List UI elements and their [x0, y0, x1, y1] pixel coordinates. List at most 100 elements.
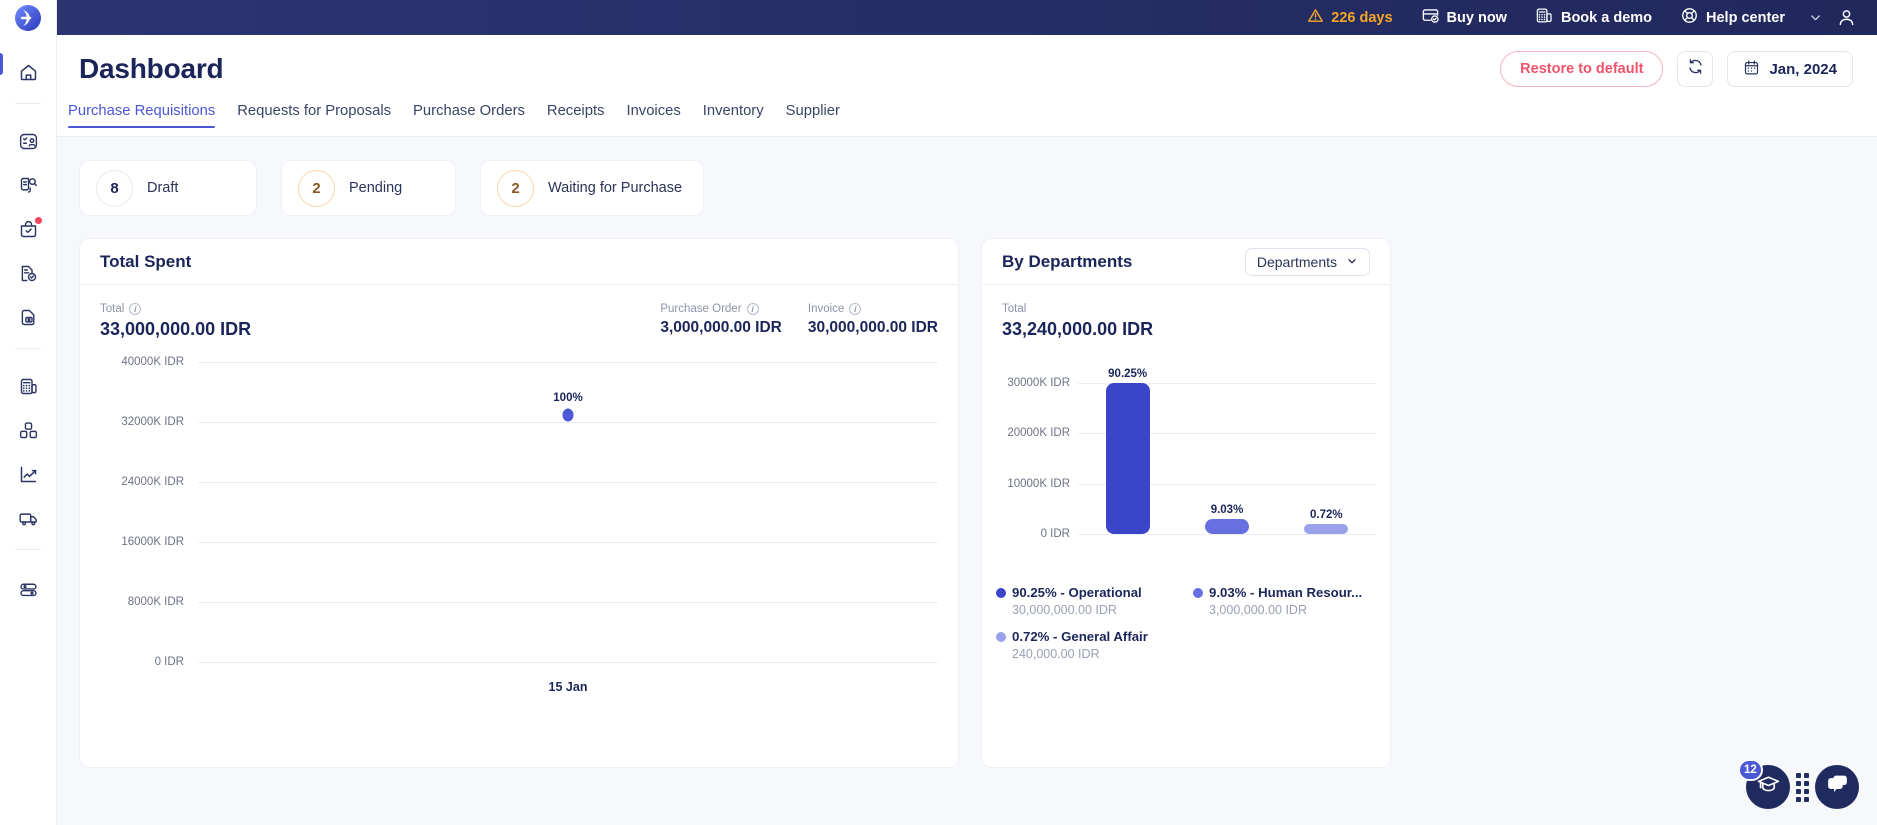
inventory-boxes-icon: [18, 420, 39, 446]
sidebar-item-home[interactable]: [0, 53, 50, 97]
page-title: Dashboard: [79, 53, 224, 84]
legend-label: 9.03% - Human Resour...: [1209, 585, 1363, 600]
book-demo-label: Book a demo: [1560, 9, 1653, 26]
refresh-icon: [1686, 57, 1705, 81]
legend-item[interactable]: 90.25% - Operational 30,000,000.00 IDR: [996, 585, 1193, 617]
legend-item[interactable]: 9.03% - Human Resour... 3,000,000.00 IDR: [1193, 585, 1390, 617]
sidebar-item-invoices[interactable]: [6, 298, 50, 342]
total-spent-panel: Total Spent Total i 33,000,000.00 IDR Pu…: [79, 238, 959, 768]
lifebuoy-icon: [1680, 6, 1699, 29]
sidebar-item-requests-for-proposals[interactable]: [6, 166, 50, 210]
tab-invoices[interactable]: Invoices: [615, 103, 691, 128]
learning-center-button[interactable]: 12: [1738, 759, 1790, 809]
home-icon: [18, 62, 39, 88]
sidebar-item-settings[interactable]: [6, 570, 50, 614]
status-card-pending[interactable]: 2 Pending: [281, 160, 456, 216]
info-icon[interactable]: i: [746, 303, 759, 315]
bar[interactable]: [1205, 518, 1249, 534]
tab-receipts[interactable]: Receipts: [536, 103, 616, 128]
tab-supplier[interactable]: Supplier: [775, 103, 851, 128]
sidebar-item-purchase-orders[interactable]: [6, 210, 50, 254]
metric-purchase-order-value: 3,000,000.00 IDR: [660, 319, 782, 336]
y-axis-tick-label: 40000K IDR: [121, 356, 184, 368]
active-indicator: [0, 53, 3, 75]
metric-dept-total: Total 33,240,000.00 IDR: [1002, 303, 1153, 340]
status-card-draft[interactable]: 8 Draft: [79, 160, 257, 216]
metric-invoice-value: 30,000,000.00 IDR: [807, 319, 938, 336]
departments-dropdown[interactable]: Departments: [1244, 247, 1370, 276]
gridline: [198, 602, 938, 603]
gridline: [198, 482, 938, 483]
book-demo-button[interactable]: Book a demo: [1521, 0, 1666, 35]
legend-label: 0.72% - General Affair: [1012, 629, 1148, 644]
chevron-down-icon[interactable]: [1799, 10, 1832, 25]
notification-dot: [34, 216, 43, 225]
y-axis-tick-label: 32000K IDR: [121, 416, 184, 428]
sidebar-item-analytics[interactable]: [6, 455, 50, 499]
bar-data-label: 90.25%: [1108, 368, 1148, 381]
gridline: [198, 542, 938, 543]
date-range-label: Jan, 2024: [1769, 60, 1837, 78]
legend-amount: 30,000,000.00 IDR: [1012, 603, 1117, 617]
page-header-actions: Restore to default Jan, 2024: [1500, 51, 1853, 87]
chat-support-button[interactable]: [1815, 765, 1859, 809]
legend-amount: 240,000.00 IDR: [1012, 647, 1100, 661]
y-axis-tick-label: 8000K IDR: [127, 596, 184, 608]
help-center-button[interactable]: Help center: [1666, 0, 1799, 35]
dashboard-page: 226 days Buy now Book a demo Help center…: [0, 0, 1877, 825]
metric-purchase-order: Purchase Order i 3,000,000.00 IDR: [660, 303, 782, 337]
sidebar-item-delivery[interactable]: [6, 499, 50, 543]
legend-item[interactable]: 0.72% - General Affair 240,000.00 IDR: [996, 629, 1193, 661]
info-icon[interactable]: i: [849, 303, 862, 315]
tab-purchase-orders[interactable]: Purchase Orders: [402, 103, 536, 128]
bar[interactable]: [1304, 524, 1349, 534]
apps-grid-icon[interactable]: [1796, 772, 1809, 802]
legend-color-dot: [996, 587, 1006, 598]
metric-total-label: Total i: [100, 303, 251, 315]
sidebar-item-receipts[interactable]: [6, 254, 50, 298]
page-header: Dashboard Restore to default Jan, 2024: [57, 35, 1877, 103]
warning-triangle-icon: [1307, 7, 1324, 28]
by-departments-bar-chart: 30000K IDR 20000K IDR 10000K IDR 0 IDR 90.2…: [982, 354, 1390, 569]
tab-requests-for-proposals[interactable]: Requests for Proposals: [226, 103, 402, 128]
sidebar-item-inventory[interactable]: [6, 411, 50, 455]
refresh-button[interactable]: [1677, 51, 1714, 87]
user-avatar-button[interactable]: [1832, 7, 1863, 28]
chat-bubbles-icon: [1825, 772, 1850, 802]
legend-color-dot: [996, 631, 1006, 642]
by-departments-panel: By Departments Departments Total 33,240,…: [981, 238, 1391, 768]
status-card-label: Waiting for Purchase: [548, 180, 683, 196]
bar[interactable]: [1105, 383, 1150, 534]
analytics-chart-icon: [18, 464, 39, 490]
trial-days-indicator[interactable]: 226 days: [1293, 0, 1406, 35]
buy-now-icon: [1421, 6, 1440, 29]
tab-inventory[interactable]: Inventory: [692, 103, 775, 128]
by-departments-header: By Departments Departments: [982, 239, 1390, 285]
y-axis-tick-label: 0 IDR: [154, 656, 184, 668]
info-icon[interactable]: i: [129, 303, 142, 315]
metric-purchase-order-label: Purchase Order i: [660, 303, 782, 315]
restore-to-default-button[interactable]: Restore to default: [1500, 51, 1664, 87]
delivery-truck-icon: [18, 508, 39, 534]
status-card-label: Draft: [147, 180, 179, 196]
status-card-waiting-for-purchase[interactable]: 2 Waiting for Purchase: [480, 160, 704, 216]
buy-now-button[interactable]: Buy now: [1407, 0, 1521, 35]
help-center-label: Help center: [1706, 9, 1785, 26]
tab-purchase-requisitions[interactable]: Purchase Requisitions: [68, 103, 226, 128]
gridline: [198, 422, 938, 423]
module-tabs: Purchase Requisitions Requests for Propo…: [57, 103, 1877, 137]
metric-invoice: Invoice i 30,000,000.00 IDR: [808, 303, 938, 337]
metric-total: Total i 33,000,000.00 IDR: [100, 303, 251, 340]
rail-item-list: [0, 35, 56, 614]
sidebar-item-accounting[interactable]: [6, 367, 50, 411]
toggles-icon: [18, 579, 39, 605]
left-nav-rail: [0, 0, 57, 825]
total-spent-title: Total Spent: [100, 251, 192, 271]
legend-label: 90.25% - Operational: [1012, 585, 1142, 600]
metric-total-value: 33,000,000.00 IDR: [100, 319, 252, 339]
data-point-label: 100%: [553, 391, 583, 404]
line-chart-data-point[interactable]: [562, 408, 574, 421]
date-range-picker[interactable]: Jan, 2024: [1727, 51, 1853, 87]
app-logo[interactable]: [0, 0, 56, 35]
sidebar-item-requisitions[interactable]: [6, 122, 50, 166]
